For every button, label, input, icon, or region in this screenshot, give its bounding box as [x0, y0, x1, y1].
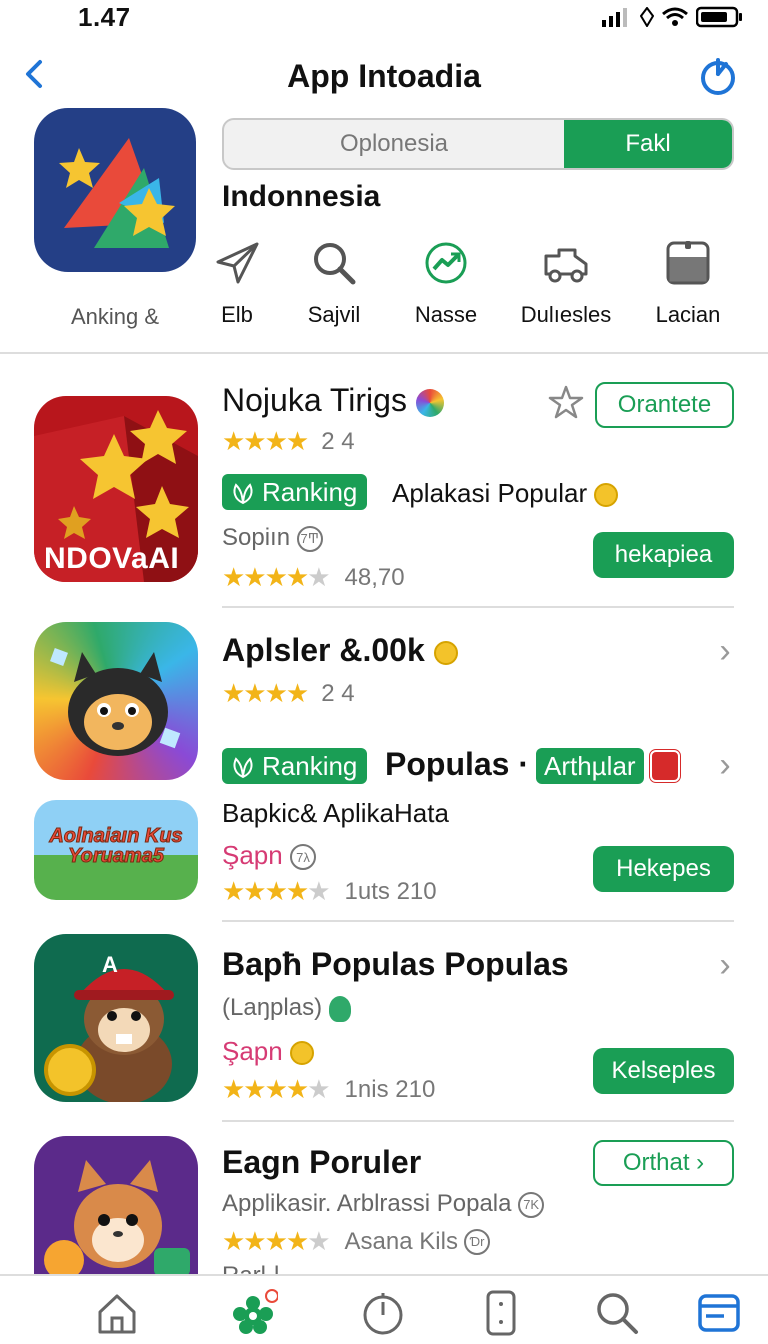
category-sajvil[interactable]: Sajvil [279, 236, 389, 346]
banner-image[interactable]: Aolnaiaın Kus Yoruama5 [34, 800, 198, 900]
app-subtitle: Applikasir. Arblrassi Popala 7K [222, 1190, 545, 1218]
leaf-icon [233, 757, 253, 779]
app-name[interactable]: Eagn Poruler [222, 1144, 421, 1181]
category-label: Nasse [414, 302, 478, 327]
trend-icon [425, 242, 467, 284]
battery-icon [696, 6, 742, 28]
rank-label: Populas · [385, 746, 530, 782]
chevron-right-icon[interactable]: › [710, 946, 740, 985]
segment-option-2[interactable]: Fakl [564, 120, 732, 168]
section-divider [0, 352, 768, 354]
app-subtitle-secondary: Şapn [222, 1036, 314, 1067]
open-button[interactable]: Orthat › [593, 1140, 734, 1186]
rating-stars-secondary: ★★★★ ★ Asana Kils Ɗr [222, 1226, 491, 1257]
get-button[interactable]: hekapiea [593, 532, 734, 578]
open-button[interactable]: Orantete [595, 382, 734, 428]
rating-stars-secondary: ★★★★ ★ 1nis 210 [222, 1074, 436, 1104]
send-icon [216, 242, 259, 284]
chevron-right-icon[interactable]: › [710, 746, 740, 785]
segment-option-1[interactable]: Oplonesia [224, 120, 564, 168]
category-lacian[interactable]: Lacian [633, 236, 743, 346]
category-badge: Arthµlar [536, 748, 644, 784]
app-name[interactable]: Bapħ Populas Populas [222, 946, 569, 983]
tab-bar [0, 1274, 768, 1344]
power-icon[interactable] [698, 56, 738, 96]
row-divider [222, 1120, 734, 1122]
truck-icon [544, 248, 588, 283]
app-subtitle: Sopiın 7Ͳ [222, 524, 323, 552]
wifi-icon [662, 7, 688, 26]
app-icon-text: NDOVaAI [44, 542, 180, 575]
country-heading: Indonnesia [222, 180, 381, 213]
rating-stars-secondary: ★★★★ ★ 48,70 [222, 562, 405, 592]
location-icon [640, 7, 654, 27]
status-icons [602, 6, 744, 28]
status-bar: 1.47 [0, 0, 768, 40]
chevron-right-icon[interactable]: › [710, 632, 740, 671]
app-subtitle: (Laŋplas) [222, 994, 351, 1022]
age-badge-icon: Ɗr [464, 1228, 491, 1255]
status-time: 1.47 [78, 2, 131, 32]
rainbow-ball-icon [415, 388, 444, 417]
rank-label: Aplakasi Popular [392, 478, 619, 509]
age-badge-icon: 7K [518, 1191, 545, 1218]
ranking-badge: Ranking [222, 474, 368, 510]
home-icon[interactable] [92, 1288, 142, 1338]
favorite-star-icon[interactable] [548, 384, 584, 420]
app-icon-3[interactable]: A [34, 934, 198, 1102]
banner-text: Aolnaiaın Kus Yoruama5 [49, 825, 183, 867]
calendar-icon [666, 241, 710, 285]
rating-stars: ★★★★ 2 4 [222, 678, 355, 708]
rating-stars: ★★★★ 2 4 [222, 426, 355, 456]
app-icon-1[interactable]: NDOVaAI [34, 396, 198, 582]
age-badge-icon: 7Ͳ [296, 525, 323, 552]
app-icon-2[interactable] [34, 622, 198, 780]
app-name[interactable]: Nojuka Tirigs [222, 382, 444, 419]
rating-stars-secondary: ★★★★ ★ 1uts 210 [222, 876, 437, 906]
ranking-badge: Ranking [222, 748, 368, 784]
gem-icon [328, 995, 351, 1022]
coin-icon [594, 483, 619, 508]
timer-icon[interactable] [358, 1288, 408, 1338]
coin-icon [433, 640, 458, 665]
row-divider [222, 920, 734, 922]
category-nasse[interactable]: Nasse [391, 236, 501, 346]
category-dulieslеs[interactable]: Dulıeslеs [511, 236, 621, 346]
partial-row-text: Ŗarl·l [222, 1262, 279, 1274]
search-icon [314, 243, 356, 285]
row-divider [222, 606, 734, 608]
search-icon[interactable] [592, 1288, 642, 1338]
app-subtitle-secondary: Şapn 7λ [222, 840, 316, 871]
category-label: Lacian [655, 302, 721, 327]
leaf-icon [233, 483, 253, 505]
app-name[interactable]: Aplsler &.00k [222, 632, 458, 669]
app-icon-text: A [102, 952, 118, 977]
category-elb[interactable]: Elb [182, 236, 292, 346]
featured-app-icon[interactable] [34, 108, 196, 272]
get-button[interactable]: Kelseples [593, 1048, 734, 1094]
nav-bar: App Intoadia [0, 48, 768, 108]
app-subtitle: Bapkic& AplikaHata [222, 798, 449, 828]
signal-icon [602, 8, 627, 27]
category-label: Dulıeslеs [520, 302, 612, 327]
segmented-control[interactable]: Oplonesia Fakl [222, 118, 734, 170]
get-button[interactable]: Hekepes [593, 846, 734, 892]
page-title: App Intoadia [287, 58, 481, 94]
coin-icon [289, 1041, 314, 1066]
age-badge-icon: 7λ [289, 844, 316, 871]
phone-icon[interactable] [476, 1288, 526, 1338]
badge-flower-icon[interactable] [228, 1288, 278, 1338]
app-icon-4[interactable] [34, 1136, 198, 1276]
card-icon[interactable] [694, 1288, 744, 1338]
trash-badge-icon [650, 750, 680, 782]
